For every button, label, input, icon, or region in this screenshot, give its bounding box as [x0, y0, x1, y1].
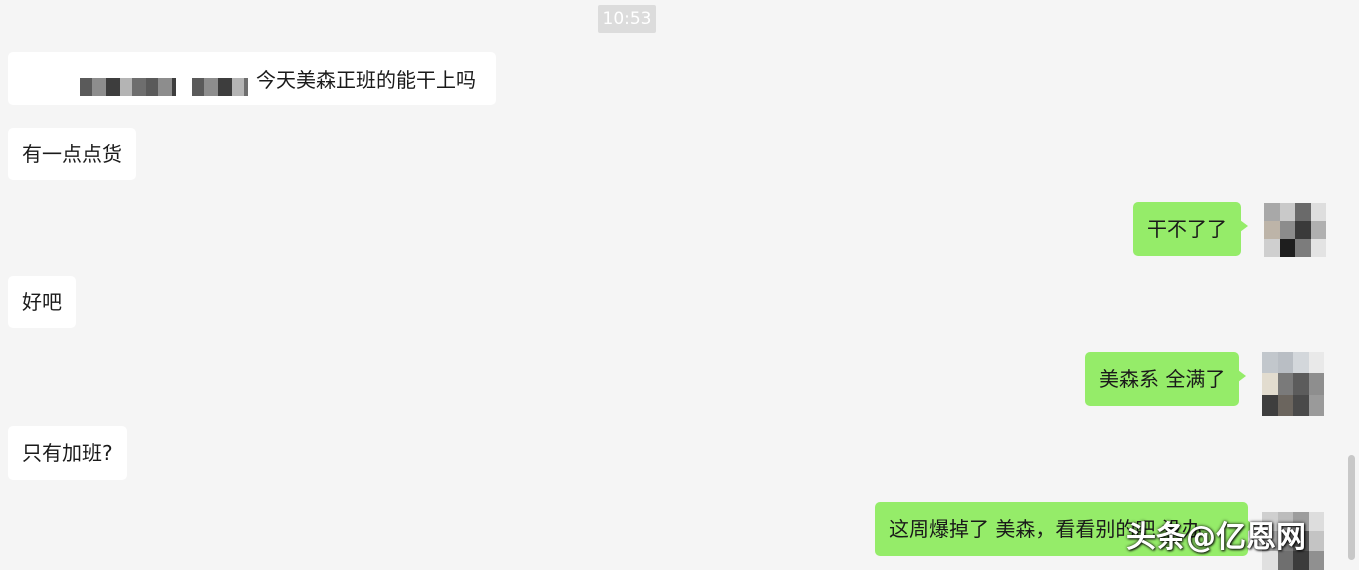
- chat-window: 10:53 今天美森正班的能干上吗 有一点点货 干不了了 好吧 美森系 全满了 …: [0, 0, 1359, 570]
- outgoing-message[interactable]: 美森系 全满了: [1085, 352, 1247, 406]
- redacted-name: [80, 78, 176, 96]
- message-text: 只有加班?: [22, 441, 113, 465]
- incoming-message[interactable]: 有一点点货: [8, 128, 136, 180]
- incoming-message[interactable]: 好吧: [8, 276, 76, 328]
- avatar[interactable]: [1262, 352, 1324, 416]
- message-text: 今天美森正班的能干上吗: [256, 68, 476, 92]
- outgoing-message[interactable]: 干不了了: [1133, 202, 1248, 256]
- timestamp-badge: 10:53: [598, 5, 656, 33]
- redacted-name: [192, 78, 248, 96]
- incoming-message[interactable]: 只有加班?: [8, 426, 127, 480]
- message-text: 干不了了: [1147, 217, 1227, 241]
- scrollbar[interactable]: [1348, 455, 1355, 560]
- message-text: 有一点点货: [22, 142, 122, 166]
- avatar[interactable]: [1264, 203, 1326, 257]
- message-text: 美森系 全满了: [1099, 367, 1226, 391]
- message-text: 好吧: [22, 290, 62, 314]
- watermark: 头条@亿恩网: [1126, 520, 1306, 555]
